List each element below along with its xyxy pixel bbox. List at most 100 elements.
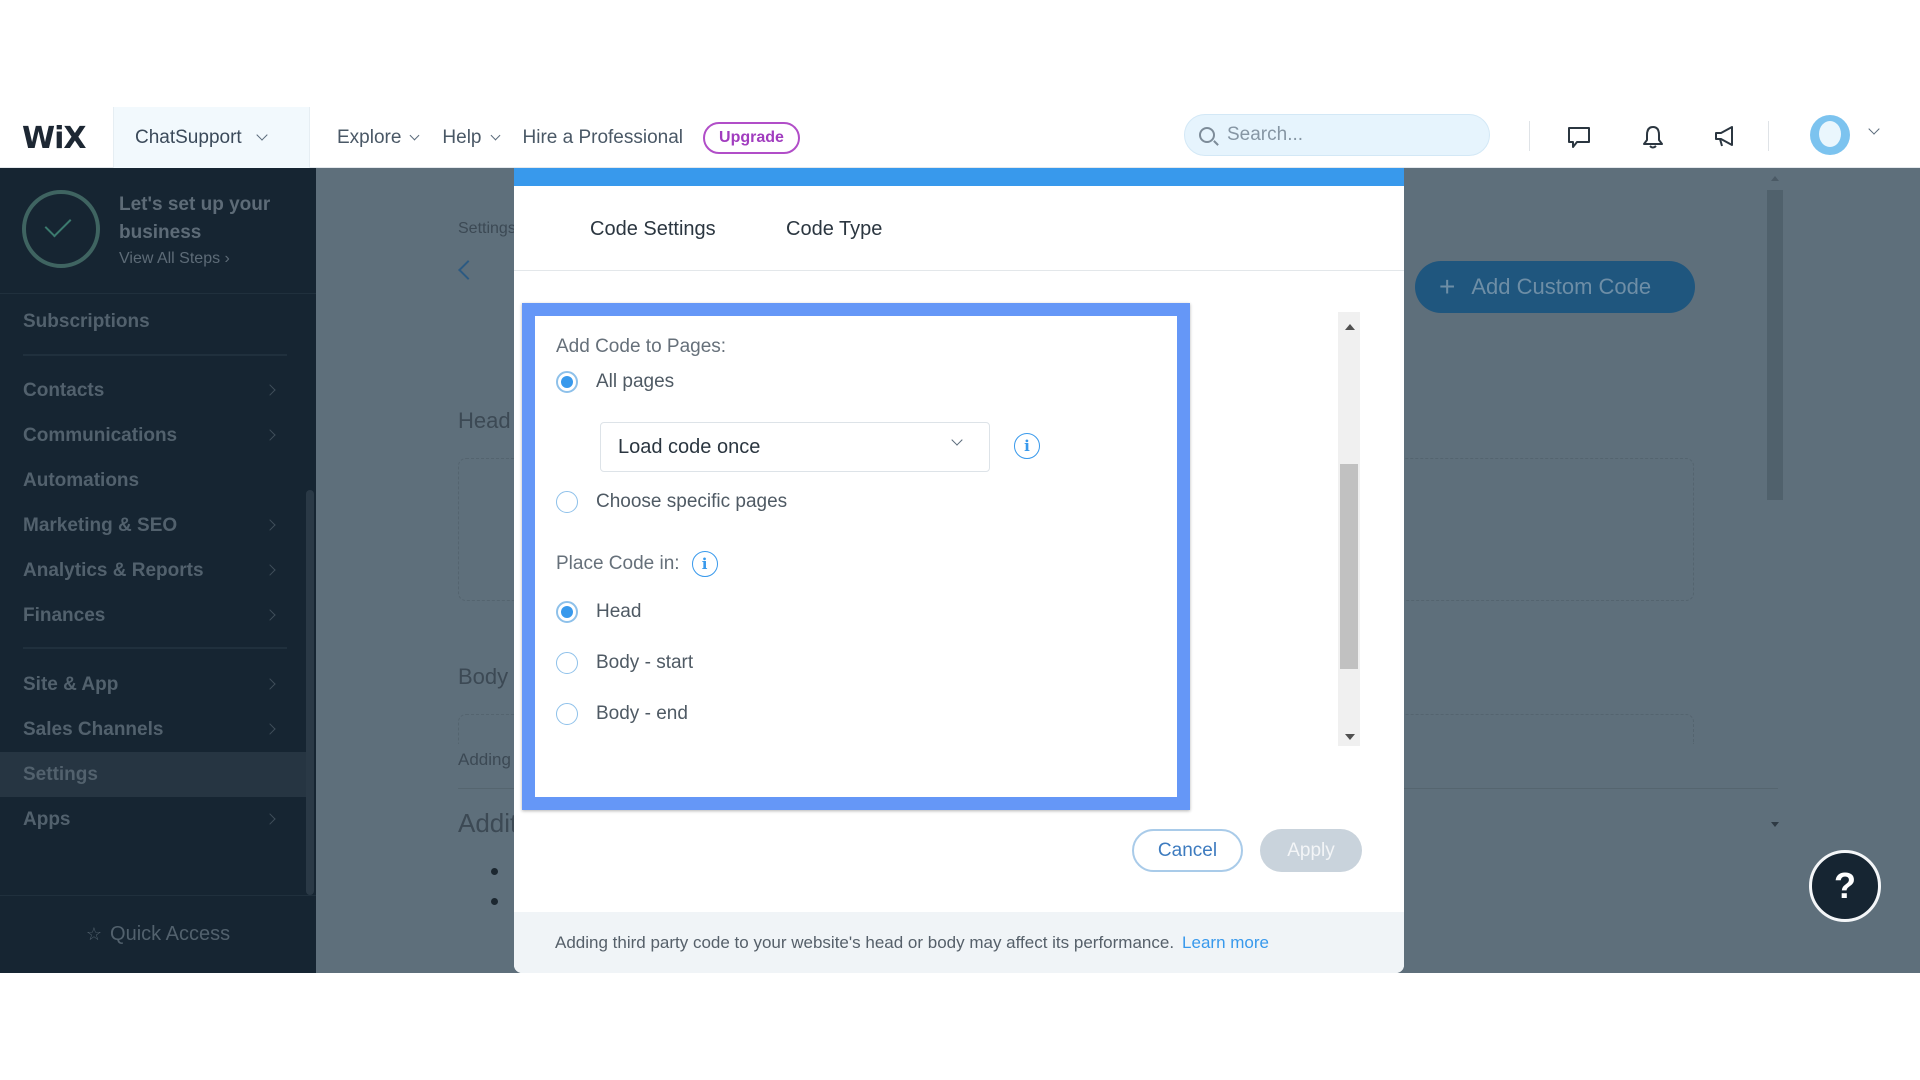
sidebar-item-label: Automations [23,469,140,491]
chevron-right-icon [264,564,276,576]
bell-icon [1643,126,1663,149]
custom-code-modal: Code Settings Code Type Add Code to Page… [514,168,1404,973]
app-screen: WiX ChatSupport Explore Help Hire a Prof… [0,107,1920,973]
setup-title: Let's set up your business [119,194,271,243]
info-icon[interactable]: i [691,551,718,577]
sidebar-scrollbar[interactable] [306,490,314,895]
sidebar-item-contacts[interactable]: Contacts [0,368,310,413]
scroll-down-arrow-icon[interactable] [1345,734,1355,740]
announcements-button[interactable] [1709,121,1741,153]
sidebar-item-analytics-reports[interactable]: Analytics & Reports [0,548,310,593]
sidebar-item-label: Apps [23,808,71,830]
nav-hire-label: Hire a Professional [522,126,684,148]
sidebar-item-label: Sales Channels [23,718,164,740]
sidebar-item-label: Marketing & SEO [23,514,178,536]
radio-unchecked-icon[interactable] [556,491,578,513]
chevron-right-icon [264,678,276,690]
radio-label: All pages [596,371,675,392]
view-all-steps-link[interactable]: View All Steps › [119,250,230,268]
chevron-down-icon [256,129,268,141]
radio-unchecked-icon[interactable] [556,703,578,725]
radio-label: Body - start [596,652,694,673]
top-bar: WiX ChatSupport Explore Help Hire a Prof… [0,107,1920,168]
radio-checked-icon[interactable] [556,601,578,623]
chat-button[interactable] [1563,121,1595,153]
notifications-button[interactable] [1637,121,1669,153]
search-icon [1199,127,1215,143]
chevron-down-icon[interactable] [1868,123,1880,135]
load-code-select[interactable]: Load code once [600,422,990,472]
sidebar-item-automations[interactable]: Automations [0,458,310,503]
place-code-label-row: Place Code in: i [556,551,718,577]
bullet [491,868,498,875]
radio-all-pages[interactable]: All pages [556,371,674,393]
sidebar-item-site-app[interactable]: Site & App [0,662,310,707]
sidebar-divider [23,354,287,356]
top-nav: Explore Help Hire a Professional Upgrade [337,107,800,168]
sidebar-item-sales-channels[interactable]: Sales Channels [0,707,310,752]
sidebar-item-marketing-seo[interactable]: Marketing & SEO [0,503,310,548]
sidebar-item-label: Communications [23,424,178,446]
sidebar-item-communications[interactable]: Communications [0,413,310,458]
view-all-steps-label: View All Steps [119,250,221,267]
radio-head[interactable]: Head [556,601,641,623]
sidebar-item-apps[interactable]: Apps [0,797,310,842]
sidebar-item-finances[interactable]: Finances [0,593,310,638]
chevron-down-icon [490,130,500,140]
add-custom-code-button[interactable]: + Add Custom Code [1415,261,1695,313]
place-code-label: Place Code in: [556,553,680,574]
modal-footer: Adding third party code to your website'… [514,912,1404,973]
star-icon: ☆ [85,924,103,944]
learn-more-link[interactable]: Learn more [1182,933,1269,953]
chevron-right-icon [264,723,276,735]
code-settings-panel: Add Code to Pages: All pages Load code o… [522,303,1190,810]
nav-hire-professional[interactable]: Hire a Professional [523,127,684,149]
user-avatar[interactable] [1810,115,1850,155]
chevron-down-icon [409,130,420,140]
divider [1768,121,1769,151]
chat-icon [1568,127,1590,148]
sidebar-item-label: Contacts [23,379,105,401]
radio-body-start[interactable]: Body - start [556,652,693,674]
search-input[interactable]: Search... [1184,114,1490,156]
help-button[interactable]: ? [1809,850,1881,922]
scroll-up-arrow-icon[interactable] [1771,176,1779,181]
tab-code-type[interactable]: Code Type [786,218,882,241]
sidebar-item-label: Site & App [23,673,119,695]
scroll-down-arrow-icon[interactable] [1771,822,1779,827]
radio-specific-pages[interactable]: Choose specific pages [556,491,787,513]
site-switcher[interactable]: ChatSupport [113,107,310,168]
nav-explore[interactable]: Explore [337,127,420,149]
add-custom-code-label: Add Custom Code [1471,274,1652,299]
info-icon[interactable]: i [1014,433,1040,459]
sidebar-item-subscriptions[interactable]: Subscriptions [0,299,310,344]
radio-body-end[interactable]: Body - end [556,703,688,725]
chevron-right-icon [264,429,276,441]
add-code-to-pages-label: Add Code to Pages: [556,336,727,357]
divider [1529,121,1530,151]
nav-help[interactable]: Help [442,127,500,149]
quick-access-label: Quick Access [110,923,231,945]
back-arrow-icon [458,260,478,280]
apply-button[interactable]: Apply [1260,829,1362,872]
page-scrollbar-thumb[interactable] [1767,190,1783,500]
chevron-down-icon [951,434,963,446]
setup-banner[interactable]: Let's set up your business View All Step… [0,168,316,294]
select-value: Load code once [618,435,761,458]
radio-unchecked-icon[interactable] [556,652,578,674]
upgrade-button[interactable]: Upgrade [703,121,800,154]
sidebar-divider [23,647,287,649]
scroll-up-arrow-icon[interactable] [1345,324,1355,330]
sidebar-item-label: Subscriptions [23,310,150,332]
sidebar-item-label: Finances [23,604,106,626]
chevron-right-icon [264,519,276,531]
tab-code-settings[interactable]: Code Settings [590,218,716,241]
modal-scrollbar-thumb[interactable] [1340,464,1358,669]
radio-checked-icon[interactable] [556,371,578,393]
sidebar-item-label: Settings [23,763,98,785]
wix-logo[interactable]: WiX [22,121,87,156]
radio-label: Head [596,601,642,622]
sidebar-item-settings[interactable]: Settings [0,752,310,797]
cancel-button[interactable]: Cancel [1132,829,1243,872]
quick-access-button[interactable]: ☆ Quick Access [0,895,316,973]
